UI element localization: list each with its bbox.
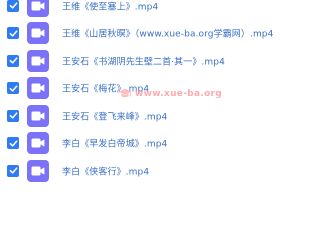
video-file-icon [27,159,49,182]
checkbox[interactable] [7,0,19,12]
video-file-icon [27,77,49,100]
checkbox[interactable] [7,54,19,67]
file-name[interactable]: 王维《使至塞上》.mp4 [62,0,158,12]
file-row[interactable]: 王维《山居秋暝》（www.xue-ba.org学霸网）.mp4 [0,20,300,48]
file-list: 王维《使至塞上》.mp4 王维《山居秋暝》（www.xue-ba.org学霸网）… [0,0,300,185]
file-name[interactable]: 李白《侠客行》.mp4 [62,164,149,177]
video-file-icon [27,49,49,72]
video-file-icon [27,22,49,45]
video-file-icon [27,0,49,17]
checkbox[interactable] [7,137,19,150]
checkmark-icon [9,57,18,64]
checkmark-icon [9,85,18,92]
file-row[interactable]: 李白《侠客行》.mp4 [0,157,300,185]
file-row[interactable]: 李白《早发白帝城》.mp4 [0,130,300,158]
checkmark-icon [9,30,18,37]
file-row[interactable]: 王安石《登飞来峰》.mp4 [0,102,300,130]
file-row[interactable]: 王安石《梅花》.mp4 [0,75,300,103]
checkmark-icon [9,140,18,147]
file-name[interactable]: 王安石《梅花》.mp4 [62,82,149,95]
file-name[interactable]: 王安石《登飞来峰》.mp4 [62,109,167,122]
video-file-icon [27,104,49,127]
file-name[interactable]: 王维《山居秋暝》（www.xue-ba.org学霸网）.mp4 [62,27,273,40]
file-row[interactable]: 王安石《书湖阴先生壁二首·其一》.mp4 [0,47,300,75]
checkbox[interactable] [7,82,19,95]
file-name[interactable]: 王安石《书湖阴先生壁二首·其一》.mp4 [62,54,225,67]
video-file-icon [27,132,49,155]
checkmark-icon [9,112,18,119]
checkmark-icon [9,2,18,9]
file-name[interactable]: 李白《早发白帝城》.mp4 [62,137,167,150]
file-row[interactable]: 王维《使至塞上》.mp4 [0,0,300,20]
checkbox[interactable] [7,164,19,177]
checkbox[interactable] [7,27,19,40]
checkbox[interactable] [7,109,19,122]
checkmark-icon [9,167,18,174]
